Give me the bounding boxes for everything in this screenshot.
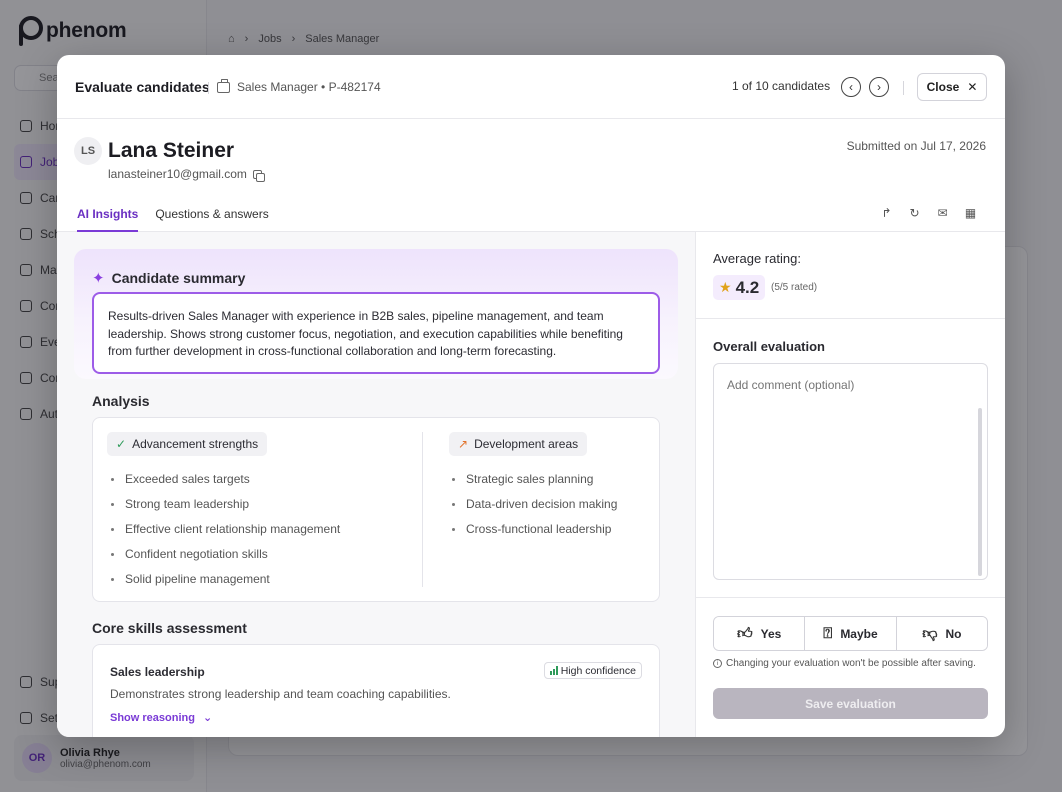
list-item: Effective client relationship management [108,522,340,547]
previous-candidate-button[interactable]: ‹ [841,77,861,97]
show-reasoning-button[interactable]: Show reasoning ⌄ [110,711,213,725]
chevron-down-icon: ⌄ [202,712,213,724]
submitted-date: Submitted on Jul 17, 2026 [846,139,986,153]
scrollbar[interactable] [978,408,982,576]
list-item: Solid pipeline management [108,572,340,597]
strengths-title: Advancement strengths [132,437,259,451]
star-icon: ★ [719,279,732,295]
list-item: Data-driven decision making [449,497,617,522]
job-info: Sales Manager • P-482174 [217,78,381,94]
average-rating-label: Average rating: [713,251,801,266]
avatar: LS [74,137,102,165]
evaluation-note: i Changing your evaluation won't be poss… [713,658,976,669]
list-item: Strategic sales planning [449,472,617,497]
evaluation-options: 👍︎ Yes ⍰ Maybe 👎︎ No [713,616,988,651]
candidate-pager: 1 of 10 candidates [732,79,831,93]
evaluate-modal: Evaluate candidates Sales Manager • P-48… [57,55,1005,737]
development-badge: ↗ Development areas [449,432,588,456]
sparkle-icon: ✦ [92,270,105,287]
candidate-email: lanasteiner10@gmail.com [108,167,265,182]
refresh-icon[interactable]: ↻ [906,204,923,221]
copy-icon[interactable] [252,169,265,182]
briefcase-icon [217,78,230,93]
strengths-list: Exceeded sales targets Strong team leade… [108,472,340,597]
skill-name: Sales leadership [110,665,205,679]
candidate-header: LS Lana Steiner lanasteiner10@gmail.com … [57,120,1005,232]
yes-button[interactable]: 👍︎ Yes [714,617,806,650]
close-label: Close [926,80,960,94]
tabs: AI Insights Questions & answers [77,207,269,232]
strengths-badge: ✓ Advancement strengths [107,432,268,456]
skill-card: Sales leadership High confidence Demonst… [92,644,660,737]
divider [903,81,904,95]
list-item: Confident negotiation skills [108,547,340,572]
info-icon: i [713,659,722,668]
close-icon: ✕ [967,80,978,94]
next-candidate-button[interactable]: › [869,77,889,97]
list-item: Exceeded sales targets [108,472,340,497]
divider [208,82,209,94]
modal-header: Evaluate candidates Sales Manager • P-48… [57,55,1005,119]
summary-heading: ✦ Candidate summary [92,269,245,287]
rated-count: (5/5 rated) [771,282,818,293]
maybe-label: Maybe [840,626,878,641]
overall-evaluation-title: Overall evaluation [713,339,825,354]
yes-label: Yes [760,626,782,641]
evaluation-panel: Average rating: ★ 4.2 (5/5 rated) Overal… [696,232,1005,737]
tab-questions-answers[interactable]: Questions & answers [155,207,268,232]
development-list: Strategic sales planning Data-driven dec… [449,472,617,547]
close-button[interactable]: Close ✕ [917,73,987,101]
core-skills-title: Core skills assessment [92,620,247,636]
question-icon: ⍰ [823,625,833,642]
candidate-actions: ↱ ↻ ✉ ▦ [878,204,979,221]
divider [696,318,1005,319]
no-button[interactable]: 👎︎ No [896,617,987,650]
calendar-icon[interactable]: ▦ [962,204,979,221]
thumbs-down-icon: 👎︎ [922,624,938,642]
development-title: Development areas [474,437,579,451]
save-evaluation-button[interactable]: Save evaluation [713,688,988,719]
divider [422,432,423,587]
trend-up-icon: ↗ [458,437,469,451]
list-item: Strong team leadership [108,497,340,522]
confidence-label: High confidence [560,664,636,677]
evaluation-note-text: Changing your evaluation won't be possib… [726,658,976,669]
divider [696,597,1005,598]
candidate-email-text: lanasteiner10@gmail.com [108,167,247,181]
mail-icon[interactable]: ✉ [934,204,951,221]
maybe-button[interactable]: ⍰ Maybe [805,617,897,650]
confidence-badge: High confidence [543,662,642,679]
share-icon[interactable]: ↱ [878,204,895,221]
candidate-name: Lana Steiner [108,139,235,162]
job-label: Sales Manager • P-482174 [237,80,381,94]
show-reasoning-label: Show reasoning [110,711,195,724]
modal-title: Evaluate candidates [75,79,210,95]
candidate-summary-card: ✦ Candidate summary Results-driven Sales… [74,249,678,379]
summary-text: Results-driven Sales Manager with experi… [92,292,660,374]
chevron-left-icon: ‹ [849,80,853,94]
list-item: Cross-functional leadership [449,522,617,547]
summary-title: Candidate summary [111,270,246,286]
no-label: No [945,626,962,641]
chevron-right-icon: › [877,80,881,94]
rating-badge: ★ 4.2 [713,275,766,300]
insights-panel[interactable]: ✦ Candidate summary Results-driven Sales… [57,232,696,737]
rating-value: 4.2 [735,277,760,297]
analysis-box: ✓ Advancement strengths Exceeded sales t… [92,417,660,602]
check-icon: ✓ [116,437,127,451]
skill-description: Demonstrates strong leadership and team … [110,687,451,701]
comment-field[interactable] [713,363,988,580]
tab-ai-insights[interactable]: AI Insights [77,207,139,232]
signal-bars-icon [549,666,558,675]
thumbs-up-icon: 👍︎ [736,624,753,642]
analysis-title: Analysis [92,393,150,409]
